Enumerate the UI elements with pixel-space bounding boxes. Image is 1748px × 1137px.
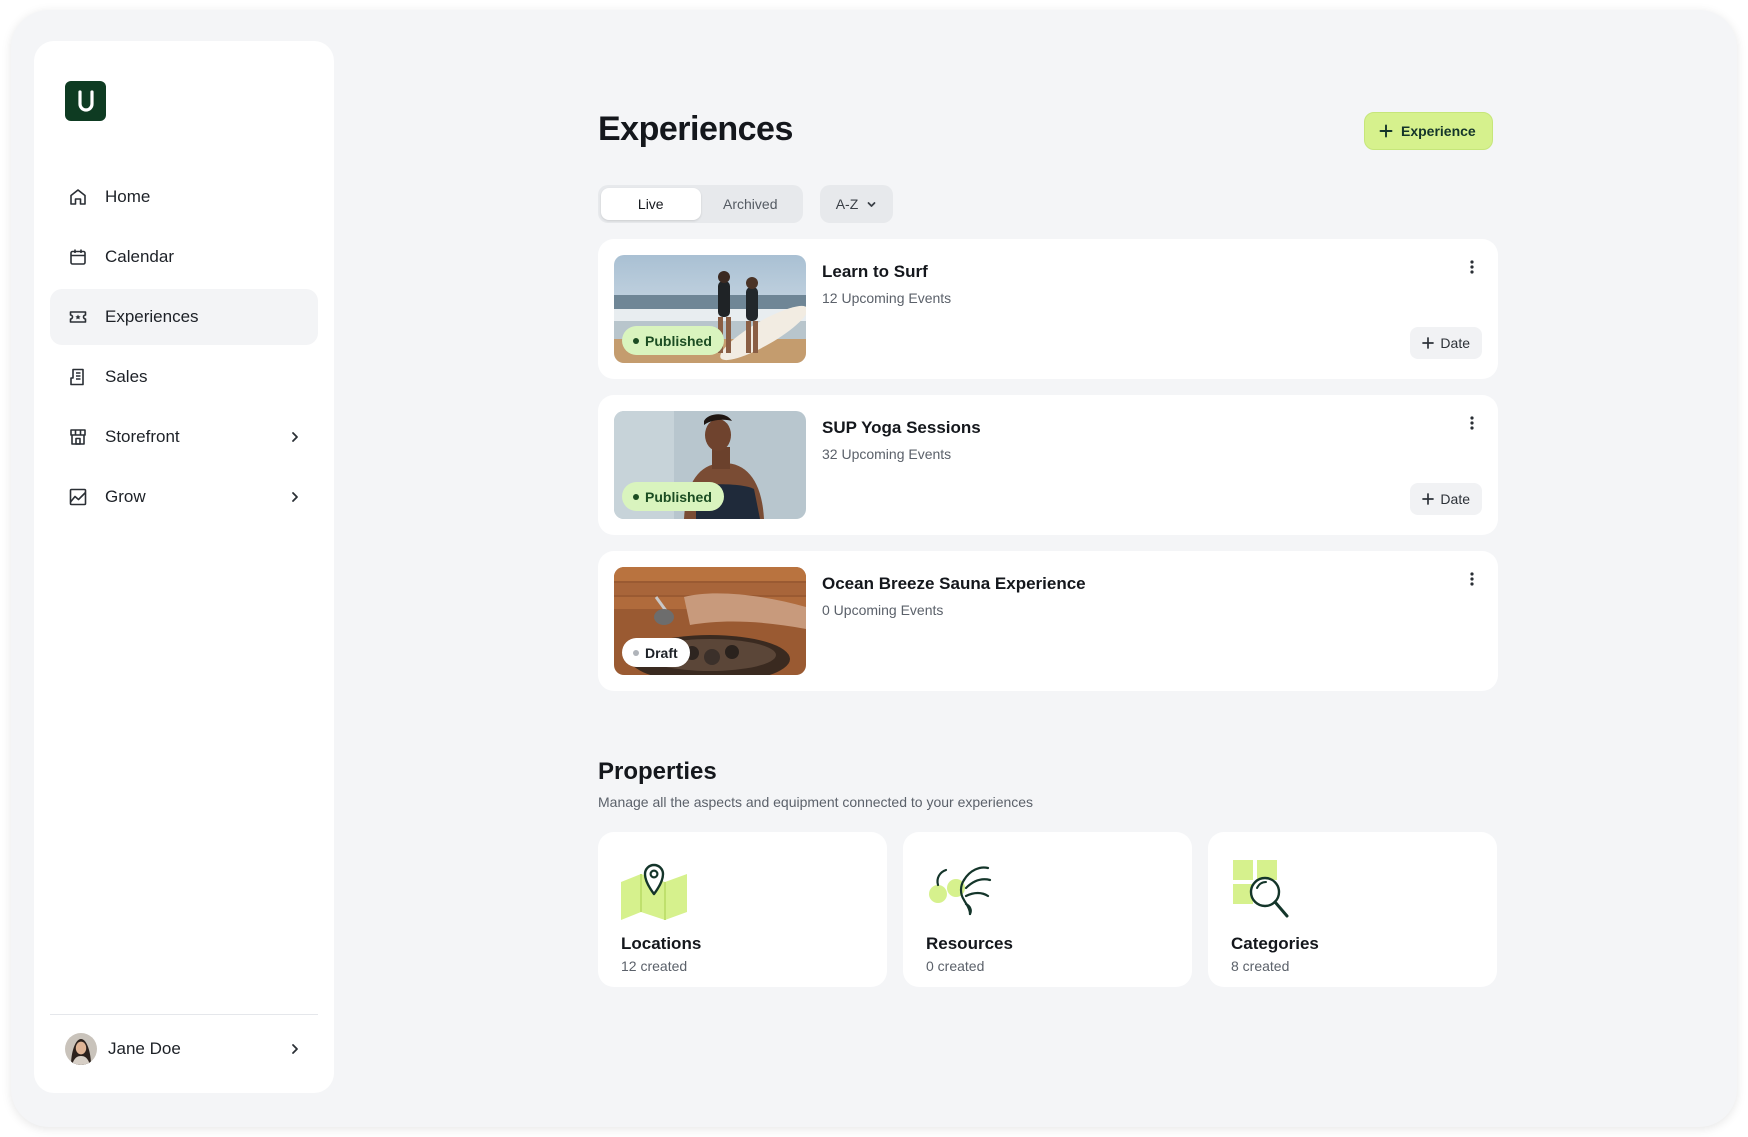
property-name: Resources <box>926 934 1013 953</box>
add-date-button[interactable]: Date <box>1410 327 1482 359</box>
calendar-icon <box>67 246 89 268</box>
status-dot-icon <box>633 649 639 656</box>
receipt-icon <box>67 366 89 388</box>
experience-card[interactable]: Published SUP Yoga Sessions 32 Upcoming … <box>598 395 1498 535</box>
experience-title[interactable]: Ocean Breeze Sauna Experience <box>822 574 1086 594</box>
magnifier-icon <box>1231 858 1297 920</box>
sidebar-item-label: Grow <box>105 487 146 506</box>
chevron-right-icon <box>288 430 302 444</box>
sidebar-item-calendar[interactable]: Calendar <box>50 229 318 285</box>
more-options-icon[interactable] <box>1462 569 1482 589</box>
sidebar-item-home[interactable]: Home <box>50 169 318 225</box>
sidebar-divider <box>50 1014 318 1015</box>
chevron-down-icon <box>867 201 876 207</box>
properties-subtitle: Manage all the aspects and equipment con… <box>598 794 1034 810</box>
sidebar-item-sales[interactable]: Sales <box>50 349 318 405</box>
more-options-icon[interactable] <box>1462 257 1482 277</box>
property-card-resources[interactable]: Resources 0 created <box>903 832 1192 987</box>
sidebar-item-label: Experiences <box>105 307 199 326</box>
upcoming-events-count: 32 Upcoming Events <box>822 446 952 462</box>
experience-card[interactable]: Draft Ocean Breeze Sauna Experience 0 Up… <box>598 551 1498 691</box>
status-badge: Draft <box>622 638 690 667</box>
chevron-right-icon <box>288 1042 302 1056</box>
status-dot-icon <box>633 337 639 344</box>
ticket-icon <box>67 306 89 328</box>
more-options-icon[interactable] <box>1462 413 1482 433</box>
sort-dropdown[interactable]: A-Z <box>820 185 893 223</box>
sidebar-item-label: Sales <box>105 367 148 386</box>
properties-title: Properties <box>598 758 717 785</box>
sidebar-item-label: Storefront <box>105 427 180 446</box>
add-experience-label: Experience <box>1401 123 1476 139</box>
sidebar-nav: Home Calendar Experiences Sales Storefro… <box>50 169 318 529</box>
status-badge: Published <box>622 326 724 355</box>
experience-thumbnail: Published <box>614 411 806 519</box>
property-name: Categories <box>1231 934 1319 953</box>
experience-list: Published Learn to Surf 12 Upcoming Even… <box>598 239 1498 707</box>
property-count: 12 created <box>621 958 688 974</box>
sidebar: Home Calendar Experiences Sales Storefro… <box>34 41 334 1093</box>
sidebar-item-storefront[interactable]: Storefront <box>50 409 318 465</box>
sort-label: A-Z <box>835 196 859 212</box>
property-card-locations[interactable]: Locations 12 created <box>598 832 887 987</box>
resources-icon <box>926 858 992 920</box>
user-name: Jane Doe <box>108 1039 181 1058</box>
add-date-button[interactable]: Date <box>1410 483 1482 515</box>
status-label: Published <box>645 488 712 505</box>
logo-mark-icon <box>77 90 94 112</box>
home-icon <box>67 186 89 208</box>
sidebar-item-label: Home <box>105 187 151 206</box>
map-pin-icon <box>621 858 687 920</box>
app-logo[interactable] <box>65 81 106 121</box>
property-count: 0 created <box>926 958 985 974</box>
status-tabs: Live Archived <box>598 185 803 223</box>
user-menu[interactable]: Jane Doe <box>50 1023 318 1075</box>
app-window: Home Calendar Experiences Sales Storefro… <box>11 10 1737 1127</box>
properties-cards: Locations 12 created Resources 0 created <box>598 832 1498 987</box>
experience-card[interactable]: Published Learn to Surf 12 Upcoming Even… <box>598 239 1498 379</box>
sidebar-item-label: Calendar <box>105 247 174 266</box>
experience-thumbnail: Draft <box>614 567 806 675</box>
sidebar-item-experiences[interactable]: Experiences <box>50 289 318 345</box>
add-date-label: Date <box>1440 491 1470 507</box>
chevron-right-icon <box>288 490 302 504</box>
add-experience-button[interactable]: Experience <box>1364 112 1493 150</box>
property-count: 8 created <box>1231 958 1290 974</box>
status-dot-icon <box>633 493 639 500</box>
upcoming-events-count: 0 Upcoming Events <box>822 602 944 618</box>
upcoming-events-count: 12 Upcoming Events <box>822 290 952 306</box>
storefront-icon <box>67 426 89 448</box>
avatar <box>65 1033 97 1065</box>
tab-live[interactable]: Live <box>601 188 701 220</box>
status-badge: Published <box>622 482 724 511</box>
add-date-label: Date <box>1440 335 1470 351</box>
plus-icon <box>1422 493 1435 505</box>
status-label: Draft <box>645 644 678 661</box>
plus-icon <box>1379 124 1393 138</box>
property-name: Locations <box>621 934 702 953</box>
tab-archived[interactable]: Archived <box>701 188 801 220</box>
property-card-categories[interactable]: Categories 8 created <box>1208 832 1497 987</box>
status-label: Published <box>645 332 712 349</box>
chart-icon <box>67 486 89 508</box>
experience-title[interactable]: SUP Yoga Sessions <box>822 418 981 438</box>
experience-title[interactable]: Learn to Surf <box>822 262 928 282</box>
plus-icon <box>1422 337 1435 349</box>
page-title: Experiences <box>598 110 793 148</box>
sidebar-item-grow[interactable]: Grow <box>50 469 318 525</box>
experience-thumbnail: Published <box>614 255 806 363</box>
